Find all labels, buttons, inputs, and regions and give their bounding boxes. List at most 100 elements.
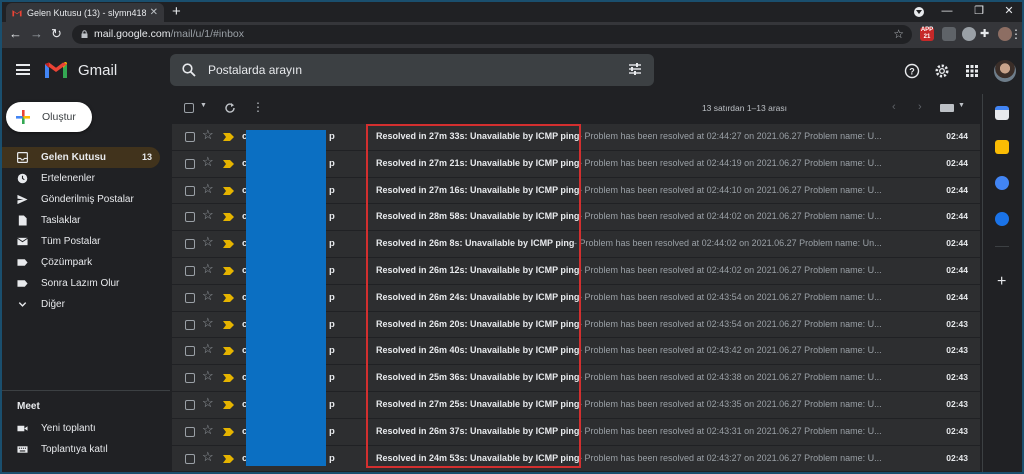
forward-icon[interactable]: → (30, 27, 43, 41)
main-menu-icon[interactable] (16, 64, 30, 75)
contacts-app-icon[interactable] (995, 212, 1009, 226)
email-time: 02:43 (946, 318, 968, 329)
star-icon[interactable]: ☆ (202, 288, 214, 303)
row-checkbox[interactable] (185, 185, 195, 196)
importance-marker-icon[interactable] (223, 454, 234, 463)
importance-marker-icon[interactable] (223, 186, 234, 195)
row-checkbox[interactable] (185, 346, 195, 357)
importance-marker-icon[interactable] (223, 320, 234, 329)
refresh-icon[interactable] (224, 102, 236, 114)
sidebar-item-sent[interactable]: Gönderilmiş Postalar (2, 189, 160, 210)
select-dropdown-icon[interactable]: ▼ (200, 102, 207, 109)
star-icon[interactable]: ☆ (202, 181, 214, 196)
input-tools-dropdown-icon[interactable]: ▼ (958, 102, 965, 109)
importance-marker-icon[interactable] (223, 266, 234, 275)
row-checkbox[interactable] (185, 292, 195, 303)
star-icon[interactable]: ☆ (202, 395, 214, 410)
row-checkbox[interactable] (185, 265, 195, 276)
star-icon[interactable]: ☆ (202, 261, 214, 276)
importance-marker-icon[interactable] (223, 133, 234, 141)
star-icon[interactable]: ☆ (202, 315, 214, 330)
sidebar-item-label: Gönderilmiş Postalar (41, 194, 134, 205)
input-tools-keyboard-icon[interactable] (940, 104, 954, 112)
minimize-button[interactable]: — (932, 3, 962, 19)
row-checkbox[interactable] (185, 212, 195, 223)
send-icon (17, 194, 28, 205)
row-checkbox[interactable] (185, 453, 195, 464)
email-time: 02:43 (946, 452, 968, 463)
new-tab-button[interactable]: + (172, 4, 181, 19)
browser-menu-icon[interactable]: ⋮ (1010, 27, 1022, 41)
sidebar-item-label-cozumpark[interactable]: Çözümpark (2, 252, 160, 273)
tab-search-icon[interactable] (914, 7, 924, 17)
omnibox[interactable]: mail.google.com/mail/u/1/#inbox ☆ (72, 25, 912, 44)
search-bar[interactable] (170, 54, 654, 86)
search-options-icon[interactable] (628, 62, 642, 76)
importance-marker-icon[interactable] (223, 159, 234, 168)
search-input[interactable] (208, 60, 588, 80)
app-extension-icon[interactable]: APP 21 (920, 27, 934, 41)
star-icon[interactable]: ☆ (202, 449, 214, 464)
search-icon[interactable] (182, 63, 196, 77)
sidebar-item-all-mail[interactable]: Tüm Postalar (2, 231, 160, 252)
star-icon[interactable]: ☆ (202, 235, 214, 249)
account-avatar[interactable] (994, 60, 1016, 82)
newer-page-icon[interactable]: ‹ (892, 101, 896, 113)
extension-circle-icon[interactable] (962, 27, 976, 41)
star-icon[interactable]: ☆ (202, 154, 214, 169)
keyboard-icon (17, 446, 28, 453)
get-addons-plus-icon[interactable]: + (997, 274, 1006, 290)
tasks-app-icon[interactable] (995, 176, 1009, 190)
shield-extension-icon[interactable] (942, 27, 956, 41)
help-icon[interactable]: ? (904, 63, 920, 79)
star-icon[interactable]: ☆ (202, 208, 214, 222)
sidebar-item-label: Sonra Lazım Olur (41, 278, 120, 289)
sender-name-end: p (329, 318, 335, 330)
email-time: 02:44 (946, 131, 968, 141)
settings-gear-icon[interactable] (934, 63, 950, 79)
puzzle-extensions-icon[interactable]: ✚ (980, 27, 989, 41)
email-snippet: - Problem has been resolved at 02:44:02 … (579, 264, 882, 275)
star-icon[interactable]: ☆ (202, 369, 214, 383)
select-all-checkbox[interactable] (184, 103, 194, 113)
tab-close-icon[interactable]: ✕ (150, 7, 158, 18)
browser-tab[interactable]: Gelen Kutusu (13) - slymn4181@ ✕ (6, 3, 164, 22)
calendar-app-icon[interactable] (995, 106, 1009, 120)
row-checkbox[interactable] (185, 399, 195, 410)
importance-marker-icon[interactable] (223, 427, 234, 436)
more-actions-icon[interactable]: ⋮ (252, 100, 264, 114)
keep-app-icon[interactable] (995, 140, 1009, 154)
older-page-icon[interactable]: › (918, 101, 922, 113)
apps-grid-icon[interactable] (964, 63, 980, 79)
star-icon[interactable]: ☆ (202, 128, 214, 142)
row-checkbox[interactable] (185, 132, 195, 142)
row-checkbox[interactable] (185, 319, 195, 330)
importance-marker-icon[interactable] (223, 240, 234, 249)
compose-button[interactable]: Oluştur (6, 102, 92, 132)
meet-join-meeting[interactable]: Toplantıya katıl (2, 439, 160, 460)
row-checkbox[interactable] (185, 373, 195, 384)
bookmark-star-icon[interactable]: ☆ (893, 27, 904, 41)
back-icon[interactable]: ← (9, 27, 22, 41)
importance-marker-icon[interactable] (223, 400, 234, 409)
reload-icon[interactable]: ↻ (51, 27, 62, 41)
maximize-button[interactable]: ❐ (964, 3, 994, 19)
row-checkbox[interactable] (185, 426, 195, 437)
sidebar-item-inbox[interactable]: Gelen Kutusu 13 (2, 147, 160, 168)
importance-marker-icon[interactable] (223, 293, 234, 302)
sidebar-item-label-sonra[interactable]: Sonra Lazım Olur (2, 273, 160, 294)
star-icon[interactable]: ☆ (202, 422, 214, 437)
sidebar-item-more[interactable]: Diğer (2, 294, 160, 315)
sidebar-item-drafts[interactable]: Taslaklar (2, 210, 160, 231)
importance-marker-icon[interactable] (223, 347, 234, 356)
email-snippet: - Problem has been resolved at 02:44:27 … (579, 131, 882, 141)
importance-marker-icon[interactable] (223, 374, 234, 383)
row-checkbox[interactable] (185, 158, 195, 169)
meet-new-meeting[interactable]: Yeni toplantı (2, 418, 160, 439)
compose-label: Oluştur (42, 111, 76, 123)
row-checkbox[interactable] (185, 239, 195, 250)
importance-marker-icon[interactable] (223, 213, 234, 222)
close-window-button[interactable]: ✕ (994, 3, 1022, 19)
sidebar-item-snoozed[interactable]: Ertelenenler (2, 168, 160, 189)
star-icon[interactable]: ☆ (202, 342, 214, 356)
